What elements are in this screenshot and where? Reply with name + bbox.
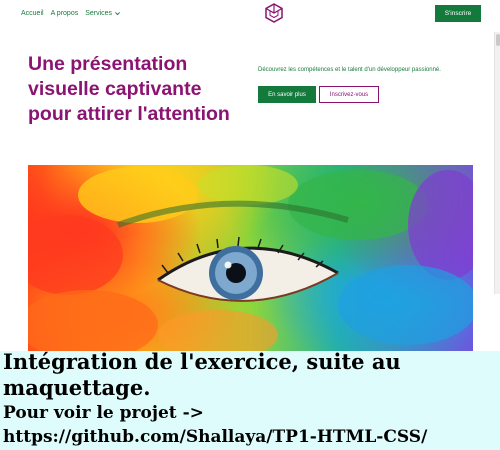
learn-more-button[interactable]: En savoir plus (258, 86, 316, 103)
navbar: Accueil A propos Services S'inscrire (0, 0, 500, 28)
eye-illustration (28, 165, 473, 351)
hero-title: Une présentation visuelle captivante pou… (28, 53, 230, 125)
caption-link-text: Pour voir le projet -> https://github.co… (3, 403, 428, 447)
nav-link-a-propos[interactable]: A propos (51, 10, 79, 17)
chevron-down-icon (115, 12, 121, 16)
signup-button[interactable]: S'inscrire (435, 5, 481, 22)
register-button[interactable]: Inscrivez-vous (319, 86, 379, 103)
page: Accueil A propos Services S'inscrire Une… (0, 0, 500, 450)
nav-links: Accueil A propos Services (21, 10, 121, 17)
nav-link-services[interactable]: Services (85, 10, 121, 17)
nav-link-accueil[interactable]: Accueil (21, 10, 44, 17)
scrollbar-thumb[interactable] (496, 34, 500, 46)
hero-description: Découvrez les compétences et le talent d… (258, 67, 441, 73)
scrollbar[interactable] (494, 32, 500, 294)
cube-logo-icon[interactable] (264, 3, 284, 23)
hero-image (28, 165, 473, 351)
nav-link-services-label: Services (85, 10, 113, 17)
caption-overlay: Intégration de l'exercice, suite au maqu… (0, 349, 500, 450)
caption-title: Intégration de l'exercice, suite au maqu… (3, 349, 401, 400)
